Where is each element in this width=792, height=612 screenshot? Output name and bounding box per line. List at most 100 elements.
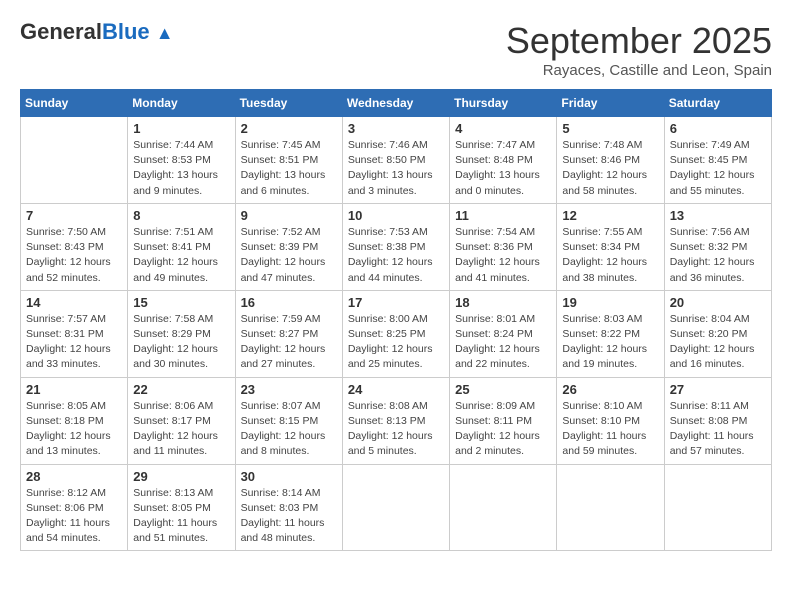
- day-number: 17: [348, 295, 444, 310]
- logo-text: GeneralBlue ▲: [20, 20, 174, 44]
- day-info: Sunrise: 7:53 AMSunset: 8:38 PMDaylight:…: [348, 225, 444, 286]
- day-number: 25: [455, 382, 551, 397]
- day-number: 6: [670, 121, 766, 136]
- calendar-cell: 15Sunrise: 7:58 AMSunset: 8:29 PMDayligh…: [128, 290, 235, 377]
- calendar-cell: 29 Sunrise: 8:13 AMSunset: 8:05 PMDayligh…: [128, 464, 235, 551]
- calendar-week-row: 14Sunrise: 7:57 AMSunset: 8:31 PMDayligh…: [21, 290, 772, 377]
- calendar-cell: 30 Sunrise: 8:14 AMSunset: 8:03 PMDayligh…: [235, 464, 342, 551]
- weekday-header-cell: Monday: [128, 90, 235, 117]
- calendar-cell: 2 Sunrise: 7:45 AMSunset: 8:51 PMDaylight…: [235, 117, 342, 204]
- day-number: 15: [133, 295, 229, 310]
- calendar-cell: 22 Sunrise: 8:06 AMSunset: 8:17 PMDayligh…: [128, 377, 235, 464]
- day-number: 4: [455, 121, 551, 136]
- calendar-cell: [664, 464, 771, 551]
- day-info: Sunrise: 7:56 AMSunset: 8:32 PMDaylight:…: [670, 225, 766, 286]
- calendar-cell: 10 Sunrise: 7:53 AMSunset: 8:38 PMDayligh…: [342, 203, 449, 290]
- calendar-cell: [342, 464, 449, 551]
- day-info: Sunrise: 8:06 AMSunset: 8:17 PMDaylight:…: [133, 399, 229, 460]
- day-number: 18: [455, 295, 551, 310]
- day-info: Sunrise: 7:57 AMSunset: 8:31 PMDaylight:…: [26, 312, 122, 373]
- calendar-cell: 9 Sunrise: 7:52 AMSunset: 8:39 PMDaylight…: [235, 203, 342, 290]
- day-number: 9: [241, 208, 337, 223]
- day-info: Sunrise: 7:45 AMSunset: 8:51 PMDaylight:…: [241, 138, 337, 199]
- calendar-cell: [450, 464, 557, 551]
- weekday-header-cell: Wednesday: [342, 90, 449, 117]
- day-info: Sunrise: 8:10 AMSunset: 8:10 PMDaylight:…: [562, 399, 658, 460]
- day-number: 22: [133, 382, 229, 397]
- calendar-cell: 14Sunrise: 7:57 AMSunset: 8:31 PMDayligh…: [21, 290, 128, 377]
- month-title: September 2025: [506, 20, 772, 62]
- calendar-cell: [21, 117, 128, 204]
- day-info: Sunrise: 8:14 AMSunset: 8:03 PMDaylight:…: [241, 486, 337, 547]
- calendar-cell: 28 Sunrise: 8:12 AMSunset: 8:06 PMDayligh…: [21, 464, 128, 551]
- calendar-cell: 16 Sunrise: 7:59 AMSunset: 8:27 PMDayligh…: [235, 290, 342, 377]
- calendar-cell: [557, 464, 664, 551]
- day-info: Sunrise: 8:05 AMSunset: 8:18 PMDaylight:…: [26, 399, 122, 460]
- day-number: 29: [133, 469, 229, 484]
- calendar-cell: 18 Sunrise: 8:01 AMSunset: 8:24 PMDayligh…: [450, 290, 557, 377]
- day-number: 3: [348, 121, 444, 136]
- calendar-cell: 11 Sunrise: 7:54 AMSunset: 8:36 PMDayligh…: [450, 203, 557, 290]
- day-info: Sunrise: 8:07 AMSunset: 8:15 PMDaylight:…: [241, 399, 337, 460]
- calendar-table: SundayMondayTuesdayWednesdayThursdayFrid…: [20, 89, 772, 551]
- day-info: Sunrise: 7:52 AMSunset: 8:39 PMDaylight:…: [241, 225, 337, 286]
- day-info: Sunrise: 7:47 AMSunset: 8:48 PMDaylight:…: [455, 138, 551, 199]
- day-number: 11: [455, 208, 551, 223]
- calendar-cell: 24Sunrise: 8:08 AMSunset: 8:13 PMDayligh…: [342, 377, 449, 464]
- day-info: Sunrise: 7:55 AMSunset: 8:34 PMDaylight:…: [562, 225, 658, 286]
- day-number: 28: [26, 469, 122, 484]
- calendar-cell: 17 Sunrise: 8:00 AMSunset: 8:25 PMDayligh…: [342, 290, 449, 377]
- page-header: GeneralBlue ▲ September 2025 Rayaces, Ca…: [20, 20, 772, 79]
- day-number: 7: [26, 208, 122, 223]
- calendar-cell: 7 Sunrise: 7:50 AMSunset: 8:43 PMDaylight…: [21, 203, 128, 290]
- day-info: Sunrise: 8:11 AMSunset: 8:08 PMDaylight:…: [670, 399, 766, 460]
- calendar-cell: 4 Sunrise: 7:47 AMSunset: 8:48 PMDaylight…: [450, 117, 557, 204]
- day-info: Sunrise: 7:44 AMSunset: 8:53 PMDaylight:…: [133, 138, 229, 199]
- day-info: Sunrise: 7:48 AMSunset: 8:46 PMDaylight:…: [562, 138, 658, 199]
- day-number: 30: [241, 469, 337, 484]
- day-info: Sunrise: 8:08 AMSunset: 8:13 PMDaylight:…: [348, 399, 444, 460]
- weekday-header-cell: Sunday: [21, 90, 128, 117]
- day-number: 21: [26, 382, 122, 397]
- weekday-header-cell: Thursday: [450, 90, 557, 117]
- day-number: 23: [241, 382, 337, 397]
- calendar-week-row: 1 Sunrise: 7:44 AMSunset: 8:53 PMDaylight…: [21, 117, 772, 204]
- calendar-week-row: 7 Sunrise: 7:50 AMSunset: 8:43 PMDaylight…: [21, 203, 772, 290]
- day-info: Sunrise: 7:54 AMSunset: 8:36 PMDaylight:…: [455, 225, 551, 286]
- day-info: Sunrise: 8:12 AMSunset: 8:06 PMDaylight:…: [26, 486, 122, 547]
- day-info: Sunrise: 7:59 AMSunset: 8:27 PMDaylight:…: [241, 312, 337, 373]
- day-number: 27: [670, 382, 766, 397]
- day-info: Sunrise: 7:51 AMSunset: 8:41 PMDaylight:…: [133, 225, 229, 286]
- calendar-cell: 8Sunrise: 7:51 AMSunset: 8:41 PMDaylight…: [128, 203, 235, 290]
- day-info: Sunrise: 8:01 AMSunset: 8:24 PMDaylight:…: [455, 312, 551, 373]
- weekday-header-cell: Tuesday: [235, 90, 342, 117]
- day-info: Sunrise: 8:00 AMSunset: 8:25 PMDaylight:…: [348, 312, 444, 373]
- day-info: Sunrise: 7:49 AMSunset: 8:45 PMDaylight:…: [670, 138, 766, 199]
- day-number: 19: [562, 295, 658, 310]
- day-info: Sunrise: 8:04 AMSunset: 8:20 PMDaylight:…: [670, 312, 766, 373]
- day-number: 16: [241, 295, 337, 310]
- calendar-week-row: 21 Sunrise: 8:05 AMSunset: 8:18 PMDayligh…: [21, 377, 772, 464]
- calendar-week-row: 28 Sunrise: 8:12 AMSunset: 8:06 PMDayligh…: [21, 464, 772, 551]
- day-info: Sunrise: 8:13 AMSunset: 8:05 PMDaylight:…: [133, 486, 229, 547]
- day-info: Sunrise: 7:46 AMSunset: 8:50 PMDaylight:…: [348, 138, 444, 199]
- calendar-cell: 3 Sunrise: 7:46 AMSunset: 8:50 PMDaylight…: [342, 117, 449, 204]
- weekday-header-row: SundayMondayTuesdayWednesdayThursdayFrid…: [21, 90, 772, 117]
- calendar-cell: 6 Sunrise: 7:49 AMSunset: 8:45 PMDaylight…: [664, 117, 771, 204]
- day-number: 12: [562, 208, 658, 223]
- day-number: 5: [562, 121, 658, 136]
- calendar-cell: 1 Sunrise: 7:44 AMSunset: 8:53 PMDaylight…: [128, 117, 235, 204]
- day-number: 13: [670, 208, 766, 223]
- day-info: Sunrise: 8:09 AMSunset: 8:11 PMDaylight:…: [455, 399, 551, 460]
- calendar-cell: 19 Sunrise: 8:03 AMSunset: 8:22 PMDayligh…: [557, 290, 664, 377]
- calendar-cell: 5 Sunrise: 7:48 AMSunset: 8:46 PMDaylight…: [557, 117, 664, 204]
- day-info: Sunrise: 7:50 AMSunset: 8:43 PMDaylight:…: [26, 225, 122, 286]
- day-number: 1: [133, 121, 229, 136]
- day-info: Sunrise: 8:03 AMSunset: 8:22 PMDaylight:…: [562, 312, 658, 373]
- calendar-cell: 21 Sunrise: 8:05 AMSunset: 8:18 PMDayligh…: [21, 377, 128, 464]
- day-number: 10: [348, 208, 444, 223]
- day-number: 2: [241, 121, 337, 136]
- logo: GeneralBlue ▲: [20, 20, 174, 44]
- weekday-header-cell: Saturday: [664, 90, 771, 117]
- title-block: September 2025 Rayaces, Castille and Leo…: [506, 20, 772, 79]
